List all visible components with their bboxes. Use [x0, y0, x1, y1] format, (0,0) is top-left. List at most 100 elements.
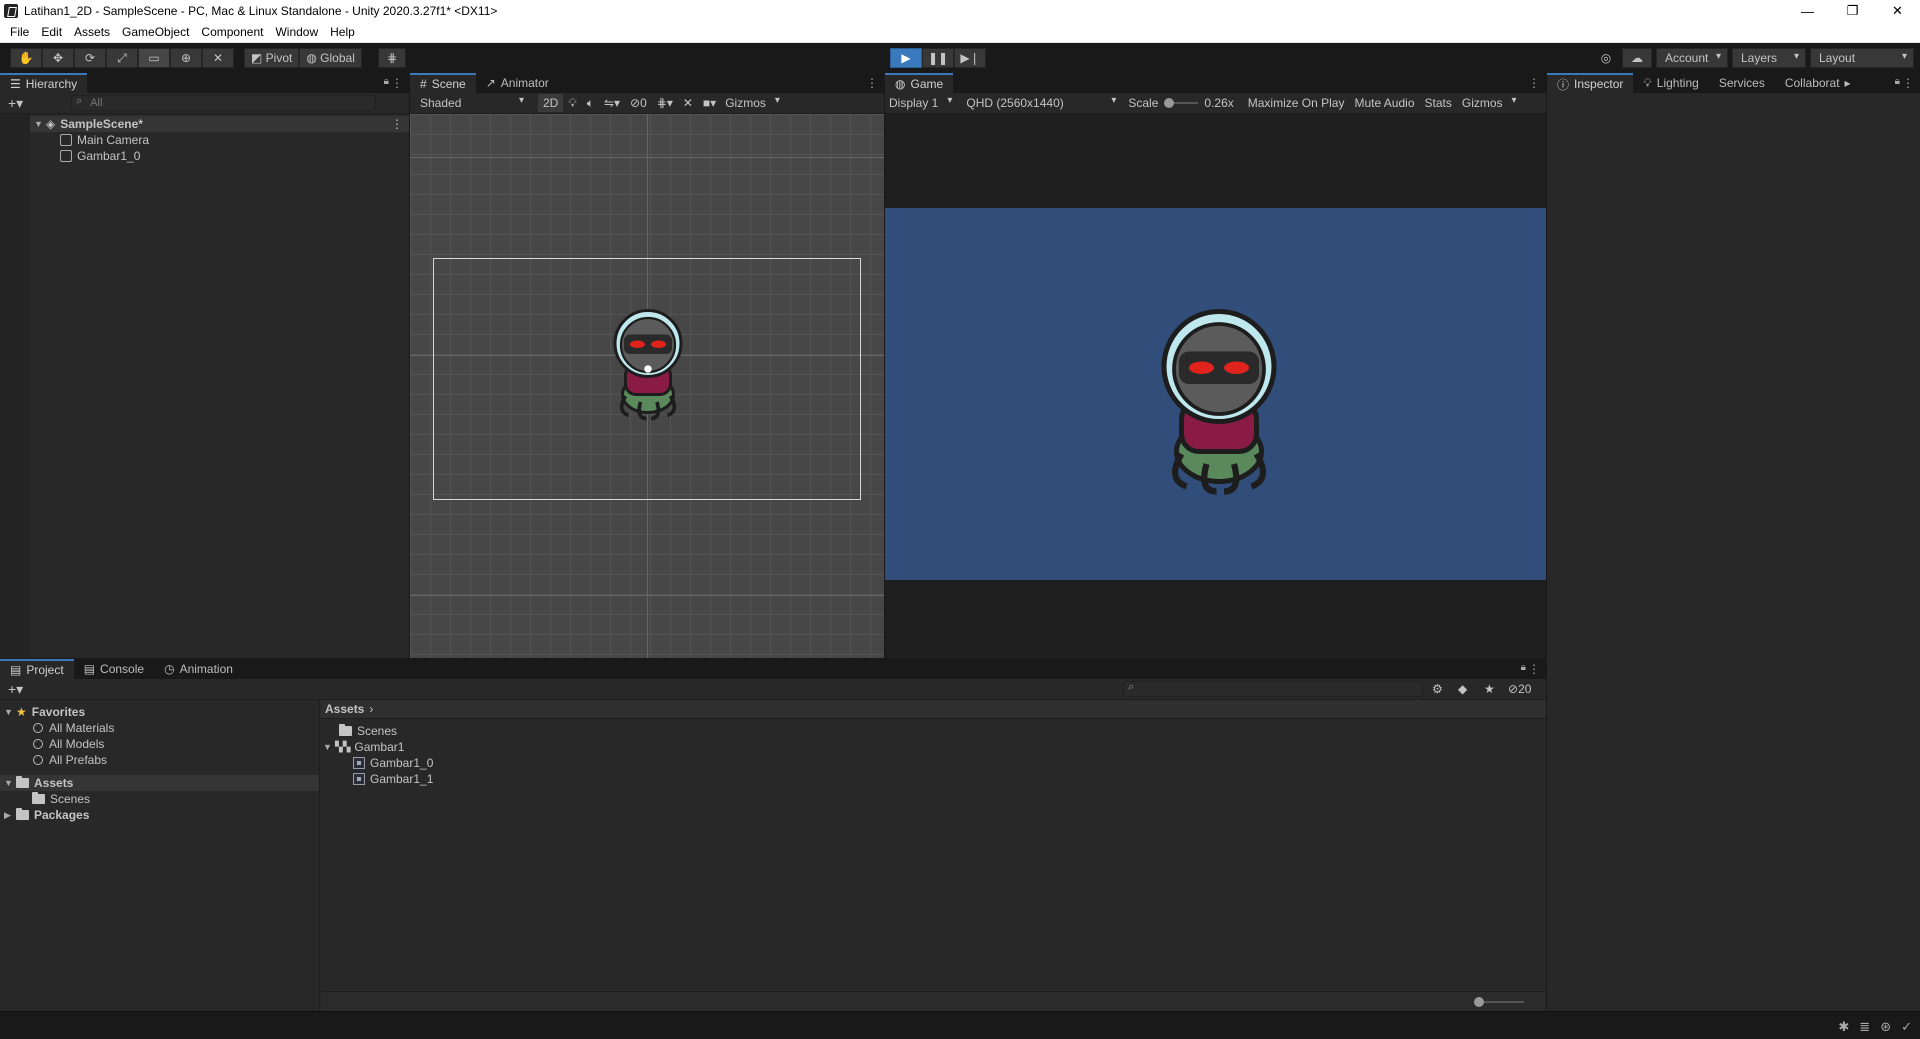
search-by-label-icon[interactable]: ◆ — [1458, 682, 1467, 696]
hierarchy-search-input[interactable]: All — [71, 95, 377, 111]
content-item-scenes[interactable]: Scenes — [339, 723, 397, 739]
favorites-row[interactable]: ▼ ★ Favorites — [4, 704, 85, 720]
expand-triangle-icon[interactable]: ▼ — [4, 778, 16, 788]
scene-gizmos-dropdown[interactable]: Gizmos — [721, 93, 786, 113]
custom-tool-icon[interactable]: ✕ — [202, 48, 234, 68]
search-by-type-icon[interactable]: ⚙ — [1432, 682, 1443, 696]
tab-overflow-icon[interactable]: ▸ — [1845, 76, 1851, 90]
tab-services[interactable]: Services — [1708, 73, 1775, 93]
kebab-menu-icon[interactable]: ⋮ — [391, 76, 403, 90]
content-item-gambar1[interactable]: ▼ ▚▚ Gambar1 — [323, 739, 404, 755]
favorite-all-prefabs[interactable]: All Prefabs — [33, 752, 107, 768]
step-icon[interactable]: ▶❘ — [954, 48, 986, 68]
expand-triangle-icon[interactable]: ▼ — [323, 742, 335, 752]
expand-triangle-icon[interactable]: ▼ — [34, 119, 46, 129]
tab-console[interactable]: ▤ Console — [73, 659, 155, 679]
play-icon[interactable]: ▶ — [890, 48, 922, 68]
create-plus-icon[interactable]: +▾ — [0, 95, 27, 112]
light-icon[interactable]: 💡︎ — [563, 94, 581, 112]
pause-icon[interactable]: ❚❚ — [922, 48, 954, 68]
resolution-dropdown[interactable]: QHD (2560x1440) — [958, 93, 1122, 113]
minimize-button[interactable]: — — [1785, 0, 1830, 22]
breadcrumb-assets[interactable]: Assets — [325, 702, 364, 716]
scale-slider-knob[interactable] — [1164, 98, 1175, 108]
packages-row[interactable]: ▶ Packages — [4, 807, 89, 823]
tab-project[interactable]: ▤ Project — [0, 659, 74, 679]
tab-animation[interactable]: ◷ Animation — [154, 659, 243, 679]
tab-hierarchy[interactable]: ☰ Hierarchy — [0, 73, 88, 93]
stats-toggle[interactable]: Stats — [1425, 96, 1452, 110]
collab-icon[interactable]: ◎ — [1594, 48, 1618, 68]
rotate-tool-icon[interactable]: ⟳ — [74, 48, 106, 68]
tools-icon[interactable]: ✕ — [678, 94, 698, 112]
tab-scene[interactable]: # Scene — [410, 73, 476, 93]
hidden-packages-icon[interactable]: ⊘20 — [1508, 682, 1531, 696]
tab-game[interactable]: ◍ Game — [885, 73, 954, 93]
favorite-all-models[interactable]: All Models — [33, 736, 104, 752]
tab-animator[interactable]: ↗ Animator — [475, 73, 559, 93]
scale-tool-icon[interactable]: ⤢ — [106, 48, 138, 68]
hand-tool-icon[interactable]: ✋ — [10, 48, 42, 68]
collapse-triangle-icon[interactable]: ▶ — [4, 810, 16, 821]
layers-stack-icon[interactable]: ≣ — [1859, 1019, 1870, 1035]
cloud-icon[interactable]: ☁ — [1622, 48, 1652, 68]
scale-slider[interactable] — [1164, 98, 1199, 108]
game-gizmos-dropdown[interactable]: Gizmos — [1458, 93, 1523, 113]
icon-size-slider-knob[interactable] — [1474, 997, 1484, 1007]
grid-snap-icon[interactable]: ⋕ — [378, 48, 406, 68]
scene-row[interactable]: ▼ ◈ SampleScene* ⋮ — [0, 116, 409, 132]
auto-generate-lighting-icon[interactable]: ⊛ — [1880, 1019, 1891, 1035]
maximize-on-play-toggle[interactable]: Maximize On Play — [1248, 96, 1345, 110]
camera-icon[interactable]: ■▾ — [698, 94, 721, 112]
move-tool-icon[interactable]: ✥ — [42, 48, 74, 68]
favorite-all-materials[interactable]: All Materials — [33, 720, 114, 736]
menu-assets[interactable]: Assets — [68, 25, 116, 39]
game-viewport[interactable] — [885, 114, 1546, 658]
audio-icon[interactable]: 🔈︎ — [582, 94, 599, 112]
character-sprite-scene[interactable] — [603, 306, 693, 426]
lock-icon[interactable]: 🔒︎ — [384, 76, 389, 87]
project-search-input[interactable] — [1123, 681, 1423, 697]
menu-window[interactable]: Window — [269, 25, 324, 39]
menu-gameobject[interactable]: GameObject — [116, 25, 195, 39]
maximize-button[interactable]: ❐ — [1830, 0, 1875, 22]
mute-audio-toggle[interactable]: Mute Audio — [1354, 96, 1414, 110]
assets-row[interactable]: ▼ Assets — [0, 775, 319, 791]
bug-icon[interactable]: ✱ — [1838, 1019, 1849, 1035]
effects-icon[interactable]: ⇋▾ — [599, 94, 625, 112]
kebab-menu-icon[interactable]: ⋮ — [866, 76, 878, 90]
visibility-icon[interactable]: ⊘ 0 — [625, 94, 652, 112]
account-dropdown[interactable]: Account — [1656, 48, 1728, 68]
create-plus-icon[interactable]: +▾ — [0, 681, 27, 698]
check-icon[interactable]: ✓ — [1901, 1019, 1912, 1035]
menu-edit[interactable]: Edit — [35, 25, 68, 39]
menu-component[interactable]: Component — [195, 25, 269, 39]
transform-tool-icon[interactable]: ⊕ — [170, 48, 202, 68]
hierarchy-item-gambar1-0[interactable]: Gambar1_0 — [60, 148, 140, 164]
lock-icon[interactable]: 🔒︎ — [1521, 662, 1526, 673]
content-item-sprite-1[interactable]: Gambar1_1 — [353, 771, 433, 787]
assets-scenes-row[interactable]: Scenes — [32, 791, 90, 807]
layers-dropdown[interactable]: Layers — [1732, 48, 1806, 68]
kebab-menu-icon[interactable]: ⋮ — [1902, 76, 1914, 90]
tab-collaborate[interactable]: Collaborat ▸ — [1774, 73, 1861, 93]
expand-triangle-icon[interactable]: ▼ — [4, 707, 16, 717]
kebab-menu-icon[interactable]: ⋮ — [1528, 76, 1540, 90]
content-item-sprite-0[interactable]: Gambar1_0 — [353, 755, 433, 771]
rect-tool-icon[interactable]: ▭ — [138, 48, 170, 68]
grid-icon[interactable]: ⋕▾ — [652, 94, 678, 112]
layout-dropdown[interactable]: Layout — [1810, 48, 1914, 68]
close-button[interactable]: ✕ — [1875, 0, 1920, 22]
scene-menu-icon[interactable]: ⋮ — [391, 117, 403, 131]
hierarchy-item-main-camera[interactable]: Main Camera — [60, 132, 149, 148]
tab-inspector[interactable]: ⓘ Inspector — [1547, 73, 1634, 93]
shading-dropdown[interactable]: Shaded — [412, 93, 530, 113]
kebab-menu-icon[interactable]: ⋮ — [1528, 662, 1540, 676]
global-button[interactable]: ◍ Global — [299, 48, 362, 68]
menu-file[interactable]: File — [4, 25, 35, 39]
menu-help[interactable]: Help — [324, 25, 361, 39]
tab-lighting[interactable]: 💡︎ Lighting — [1633, 73, 1709, 93]
display-dropdown[interactable]: Display 1 — [885, 93, 958, 113]
mode-2d-button[interactable]: 2D — [538, 94, 564, 112]
pivot-button[interactable]: ◩ Pivot — [244, 48, 300, 68]
